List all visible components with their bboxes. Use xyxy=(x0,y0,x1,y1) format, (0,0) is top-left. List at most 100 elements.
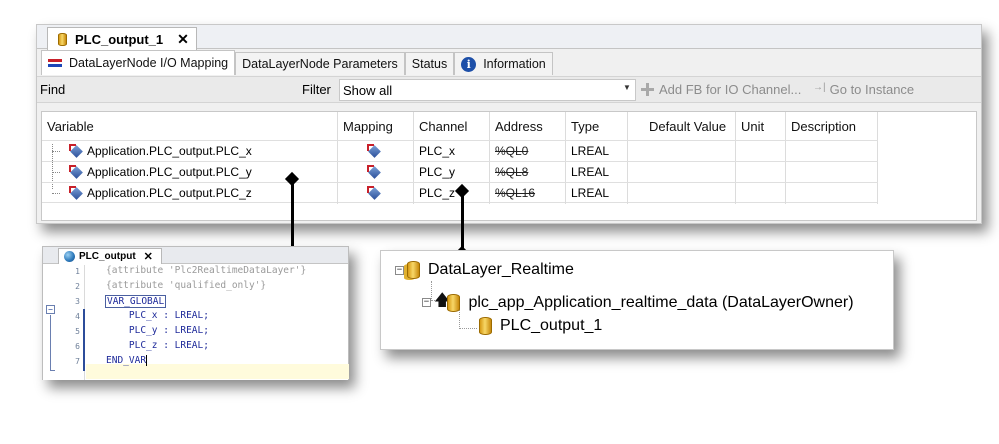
unit-cell[interactable] xyxy=(736,183,786,204)
fold-collapse-icon[interactable]: − xyxy=(46,305,55,314)
tree-node-owner[interactable]: − 🡅 plc_app_Application_realtime_data (D… xyxy=(422,289,854,316)
address-cell: %QL0 xyxy=(490,141,566,162)
dropdown-arrow-icon[interactable]: ▼ xyxy=(623,83,631,92)
description-cell[interactable] xyxy=(786,183,878,204)
close-icon[interactable]: ✕ xyxy=(144,250,153,263)
editor-tab-label: PLC_output xyxy=(79,251,136,262)
variable-name: Application.PLC_output.PLC_z xyxy=(87,186,252,200)
io-mapping-grid: Variable Mapping Channel Address Type De… xyxy=(41,111,977,221)
add-fb-button[interactable]: Add FB for IO Channel... xyxy=(641,82,801,97)
add-fb-label: Add FB for IO Channel... xyxy=(659,82,802,97)
go-to-instance-label: Go to Instance xyxy=(829,82,915,97)
mapping-existing-variable-icon xyxy=(366,165,380,178)
column-header-address[interactable]: Address xyxy=(490,112,566,140)
tree-node-label: PLC_output_1 xyxy=(500,317,603,334)
global-variable-list-icon xyxy=(64,251,75,262)
change-marker-bar xyxy=(83,309,85,371)
mapping-existing-variable-icon xyxy=(366,144,380,157)
code-line: {attribute 'qualified_only'} xyxy=(106,280,267,291)
current-line-highlight xyxy=(86,364,349,379)
editor-tab-plc-output[interactable]: PLC_output ✕ xyxy=(58,248,162,264)
tree-branch xyxy=(52,151,60,152)
channel-cell: PLC_z xyxy=(414,183,490,204)
document-tab-label: PLC_output_1 xyxy=(75,31,164,47)
collapse-icon[interactable]: − xyxy=(395,265,404,275)
tab-label: Status xyxy=(411,57,448,71)
output-variable-icon xyxy=(69,144,82,157)
tab-label: DataLayerNode I/O Mapping xyxy=(69,56,229,70)
column-header-type[interactable]: Type xyxy=(566,112,628,140)
go-to-instance-button[interactable]: →| Go to Instance xyxy=(813,81,915,98)
address-cell: %QL8 xyxy=(490,162,566,183)
column-header-unit[interactable]: Unit xyxy=(736,112,786,140)
default-value-cell[interactable] xyxy=(628,141,736,162)
find-label: Find xyxy=(40,82,66,97)
find-input[interactable] xyxy=(72,79,330,100)
code-line: PLC_y : LREAL; xyxy=(106,325,209,336)
default-value-cell[interactable] xyxy=(628,183,736,204)
mapping-cell[interactable] xyxy=(338,183,414,204)
document-tab-strip: PLC_output_1 ✕ xyxy=(37,25,981,50)
tab-io-mapping[interactable]: DataLayerNode I/O Mapping xyxy=(41,50,236,75)
column-header-default-value[interactable]: Default Value xyxy=(628,112,736,140)
filter-select[interactable]: Show all xyxy=(339,79,636,101)
io-mapping-icon xyxy=(48,58,62,68)
tree-node-datalayer-realtime[interactable]: − DataLayer_Realtime xyxy=(395,261,574,279)
tree-node-label: plc_app_Application_realtime_data (DataL… xyxy=(468,293,854,311)
mapping-cell[interactable] xyxy=(338,141,414,162)
code-line: PLC_x : LREAL; xyxy=(106,310,209,321)
tab-parameters[interactable]: DataLayerNode Parameters xyxy=(235,52,405,75)
description-cell[interactable] xyxy=(786,162,878,183)
filter-selected-value: Show all xyxy=(343,83,393,98)
editor-sub-tabs: DataLayerNode I/O Mapping DataLayerNode … xyxy=(37,50,981,75)
line-number: 4 xyxy=(75,312,80,321)
column-header-mapping[interactable]: Mapping xyxy=(338,112,414,140)
table-row[interactable]: Application.PLC_output.PLC_x PLC_x %QL0 … xyxy=(42,140,878,162)
tab-status[interactable]: Status xyxy=(404,52,455,75)
mapping-toolbar: Find Filter Show all ▼ Add FB for IO Cha… xyxy=(37,76,981,103)
variable-name: Application.PLC_output.PLC_x xyxy=(87,144,252,158)
channel-cell: PLC_y xyxy=(414,162,490,183)
unit-cell[interactable] xyxy=(736,162,786,183)
code-area[interactable]: 1 2 3 4 5 6 7 − {attribute 'Plc2Realtime… xyxy=(43,265,349,380)
unit-cell[interactable] xyxy=(736,141,786,162)
filter-label: Filter xyxy=(302,82,331,97)
column-header-variable[interactable]: Variable xyxy=(42,112,338,140)
data-layer-owner-icon xyxy=(447,293,461,312)
tree-node-plc-output-1[interactable]: PLC_output_1 xyxy=(479,317,602,335)
info-icon: i xyxy=(461,56,477,72)
tree-node-label: DataLayer_Realtime xyxy=(428,261,574,278)
mapping-cell[interactable] xyxy=(338,162,414,183)
line-number: 5 xyxy=(75,327,80,336)
type-cell: LREAL xyxy=(566,141,628,162)
tab-information[interactable]: i Information xyxy=(454,52,553,75)
data-layer-icon xyxy=(407,261,420,279)
data-layer-tree: − DataLayer_Realtime − 🡅 plc_app_Applica… xyxy=(380,250,894,350)
line-number: 6 xyxy=(75,342,80,351)
add-icon xyxy=(641,83,654,96)
close-icon[interactable]: ✕ xyxy=(177,31,189,48)
column-header-channel[interactable]: Channel xyxy=(414,112,490,140)
tree-branch xyxy=(52,193,60,194)
io-mapping-window: PLC_output_1 ✕ DataLayerNode I/O Mapping… xyxy=(36,24,982,224)
data-layer-node-icon xyxy=(479,317,492,335)
code-line: VAR_GLOBAL xyxy=(105,295,167,308)
address-cell: %QL16 xyxy=(490,183,566,204)
default-value-cell[interactable] xyxy=(628,162,736,183)
column-header-description[interactable]: Description xyxy=(786,112,878,140)
mapping-existing-variable-icon xyxy=(366,186,380,199)
go-to-instance-icon: →| xyxy=(813,81,826,93)
description-cell[interactable] xyxy=(786,141,878,162)
line-number: 2 xyxy=(75,282,80,291)
output-variable-icon xyxy=(69,186,82,199)
variable-cell: Application.PLC_output.PLC_z xyxy=(64,183,338,204)
collapse-icon[interactable]: − xyxy=(422,298,431,307)
channel-cell: PLC_x xyxy=(414,141,490,162)
tab-label: Information xyxy=(483,57,546,71)
tree-branch xyxy=(52,172,60,173)
editor-tab-strip: PLC_output ✕ xyxy=(43,247,348,264)
data-layer-node-icon xyxy=(58,32,67,46)
document-tab-plc-output-1[interactable]: PLC_output_1 ✕ xyxy=(47,27,197,50)
table-row[interactable]: Application.PLC_output.PLC_y PLC_y %QL8 … xyxy=(42,161,878,183)
tree-guide-line xyxy=(459,328,477,329)
